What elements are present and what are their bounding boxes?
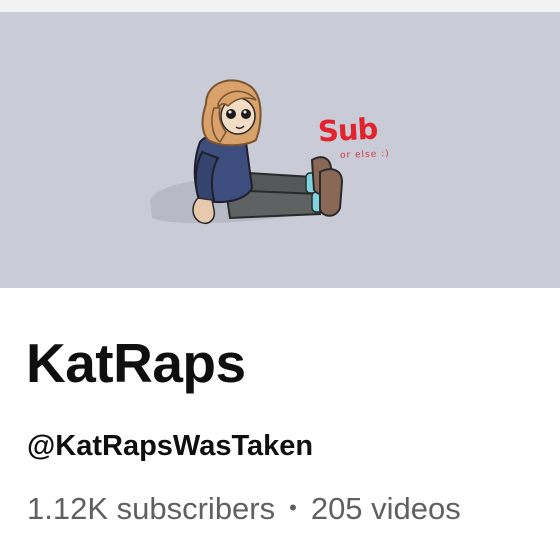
video-count: 205 videos: [310, 491, 461, 526]
channel-stats: 1.12K subscribers • 205 videos: [27, 493, 461, 524]
channel-name: KatRaps: [26, 332, 246, 394]
channel-page: Sub or else :) KatRaps @KatRapsWasTaken …: [0, 0, 560, 560]
subscriber-count: 1.12K subscribers: [27, 491, 276, 526]
channel-info: KatRaps @KatRapsWasTaken 1.12K subscribe…: [0, 288, 560, 560]
stats-separator: •: [289, 495, 297, 520]
channel-banner[interactable]: Sub or else :): [0, 12, 560, 288]
status-area: [0, 0, 560, 12]
channel-handle[interactable]: @KatRapsWasTaken: [27, 432, 313, 461]
banner-sub-text: Sub: [317, 111, 379, 149]
banner-subtext: or else :): [339, 149, 390, 161]
banner-illustration: [150, 79, 344, 224]
